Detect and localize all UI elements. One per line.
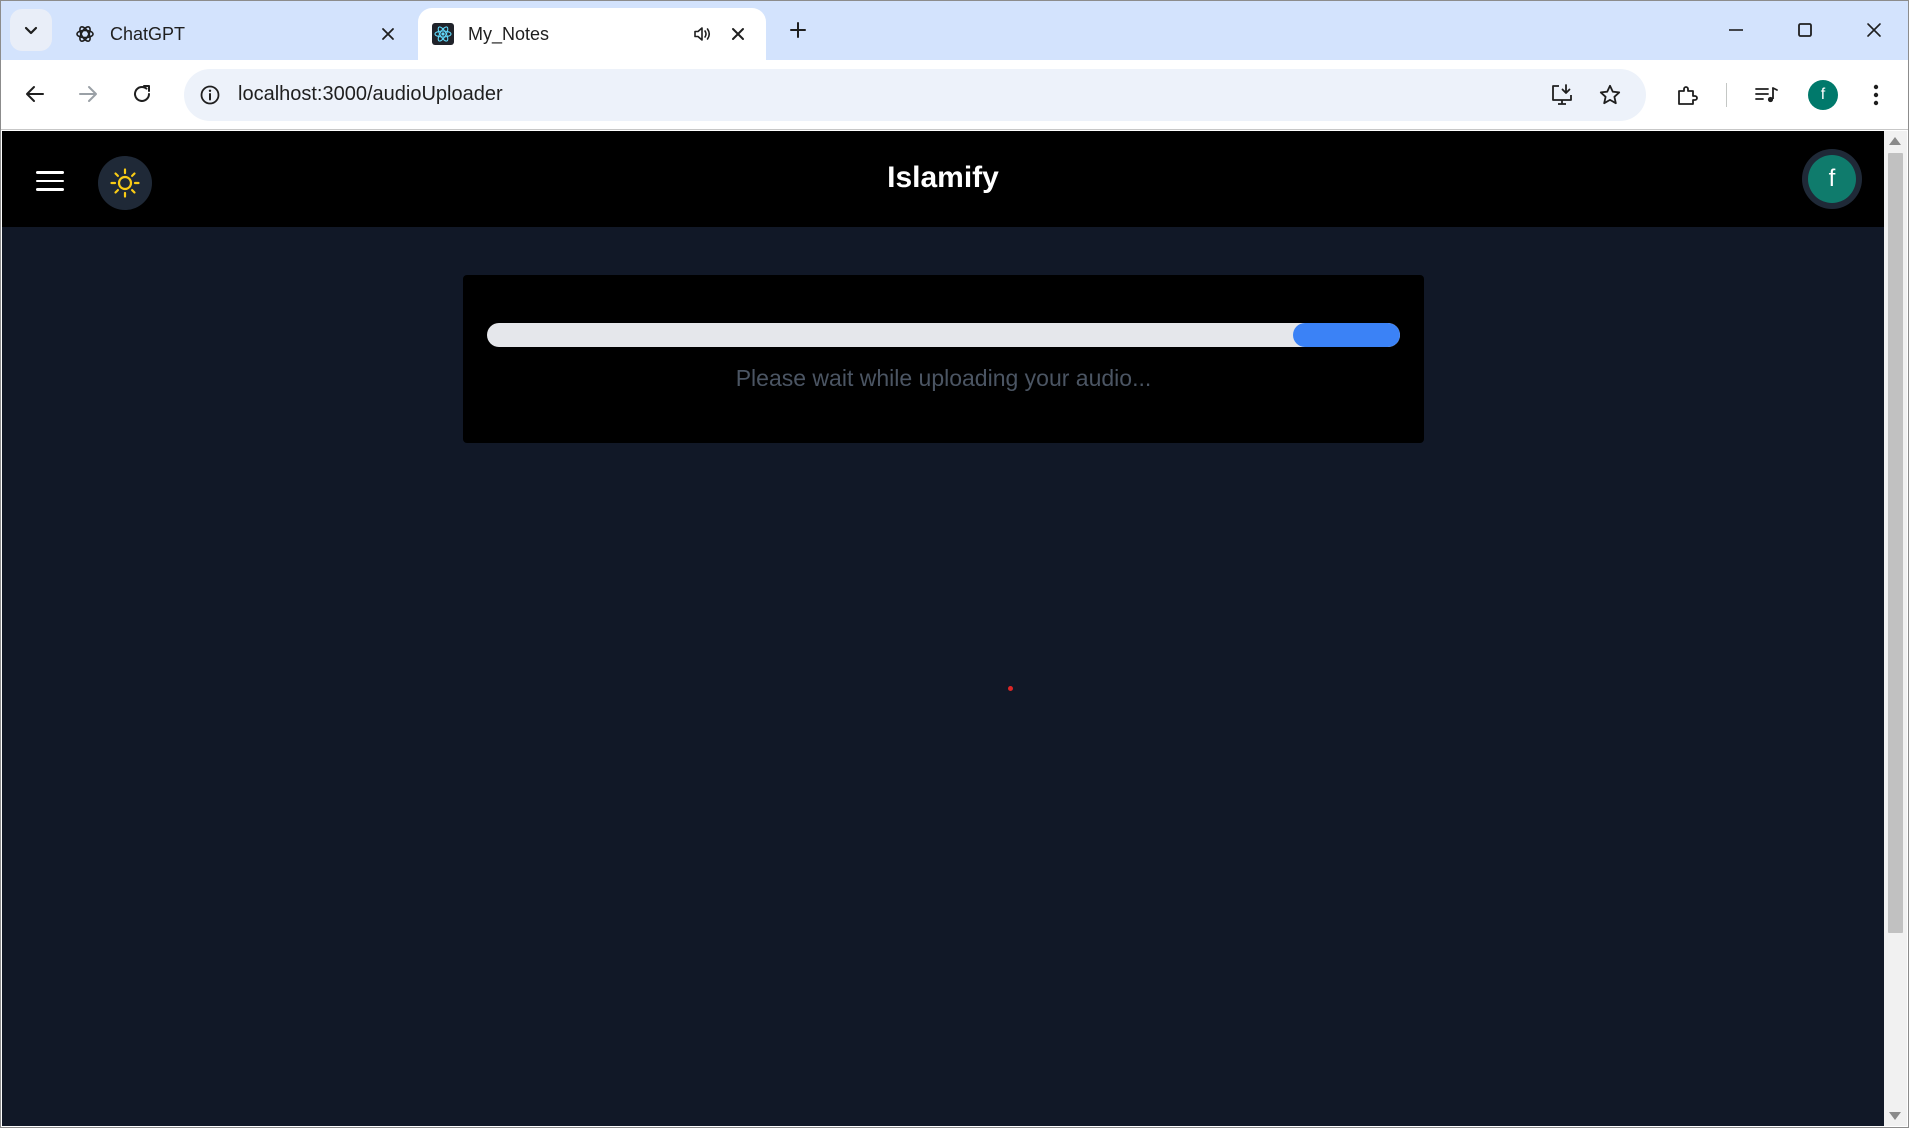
upload-progress-card: Please wait while uploading your audio..… — [463, 275, 1424, 443]
reload-icon — [134, 85, 150, 102]
upload-progress-bar — [487, 323, 1400, 347]
media-controls-icon[interactable] — [1746, 75, 1786, 115]
reload-button[interactable] — [122, 74, 162, 114]
forward-button[interactable] — [68, 74, 108, 114]
red-dot-artifact — [1008, 686, 1013, 691]
react-logo-icon — [432, 23, 454, 45]
arrow-left-icon — [26, 86, 44, 102]
app-header: Islamify f — [2, 131, 1884, 227]
tab-my-notes[interactable]: My_Notes — [418, 8, 766, 60]
tab-title: ChatGPT — [110, 23, 186, 44]
avatar: f — [1808, 155, 1856, 203]
back-button[interactable] — [15, 74, 55, 114]
maximize-button[interactable] — [1783, 12, 1827, 48]
page-content: Islamify f Please wait while uploading y… — [2, 131, 1884, 1126]
tab-chatgpt[interactable]: ChatGPT — [62, 8, 414, 60]
url-text[interactable]: localhost:3000/audioUploader — [238, 83, 503, 106]
scrollbar-thumb[interactable] — [1888, 153, 1903, 933]
address-bar[interactable]: localhost:3000/audioUploader — [184, 69, 1646, 121]
install-app-icon[interactable] — [1548, 81, 1576, 109]
tab-search-button[interactable] — [10, 9, 52, 51]
minimize-button[interactable] — [1714, 12, 1758, 48]
arrow-right-icon — [79, 86, 97, 102]
upload-status-message: Please wait while uploading your audio..… — [735, 365, 1152, 391]
scroll-up-arrow-icon[interactable] — [1889, 137, 1901, 145]
user-avatar-button[interactable]: f — [1802, 149, 1862, 209]
more-vert-icon[interactable] — [1856, 75, 1896, 115]
scroll-down-arrow-icon[interactable] — [1889, 1112, 1901, 1120]
tab-close-icon[interactable] — [724, 20, 752, 48]
maximize-icon — [1798, 23, 1812, 37]
app-brand-title: Islamify — [887, 161, 999, 194]
browser-profile-avatar[interactable]: f — [1808, 80, 1838, 110]
page-scrollbar[interactable] — [1884, 131, 1907, 1126]
minimize-icon — [1729, 29, 1743, 31]
tab-close-icon[interactable] — [374, 20, 402, 48]
info-icon[interactable] — [196, 81, 224, 109]
extensions-puzzle-icon[interactable] — [1667, 75, 1707, 115]
bookmark-star-icon[interactable] — [1596, 81, 1624, 109]
window-close-button[interactable] — [1852, 12, 1896, 48]
browser-toolbar: localhost:3000/audioUploader f — [0, 60, 1909, 130]
plus-icon — [790, 22, 806, 38]
new-tab-button[interactable] — [782, 14, 814, 46]
close-icon — [1867, 23, 1881, 37]
toolbar-divider — [1726, 83, 1727, 107]
chevron-down-icon — [24, 26, 38, 35]
speaker-icon[interactable] — [688, 20, 716, 48]
upload-progress-fill — [1293, 323, 1400, 347]
chatgpt-logo-icon — [74, 23, 96, 45]
tab-title: My_Notes — [468, 23, 550, 44]
